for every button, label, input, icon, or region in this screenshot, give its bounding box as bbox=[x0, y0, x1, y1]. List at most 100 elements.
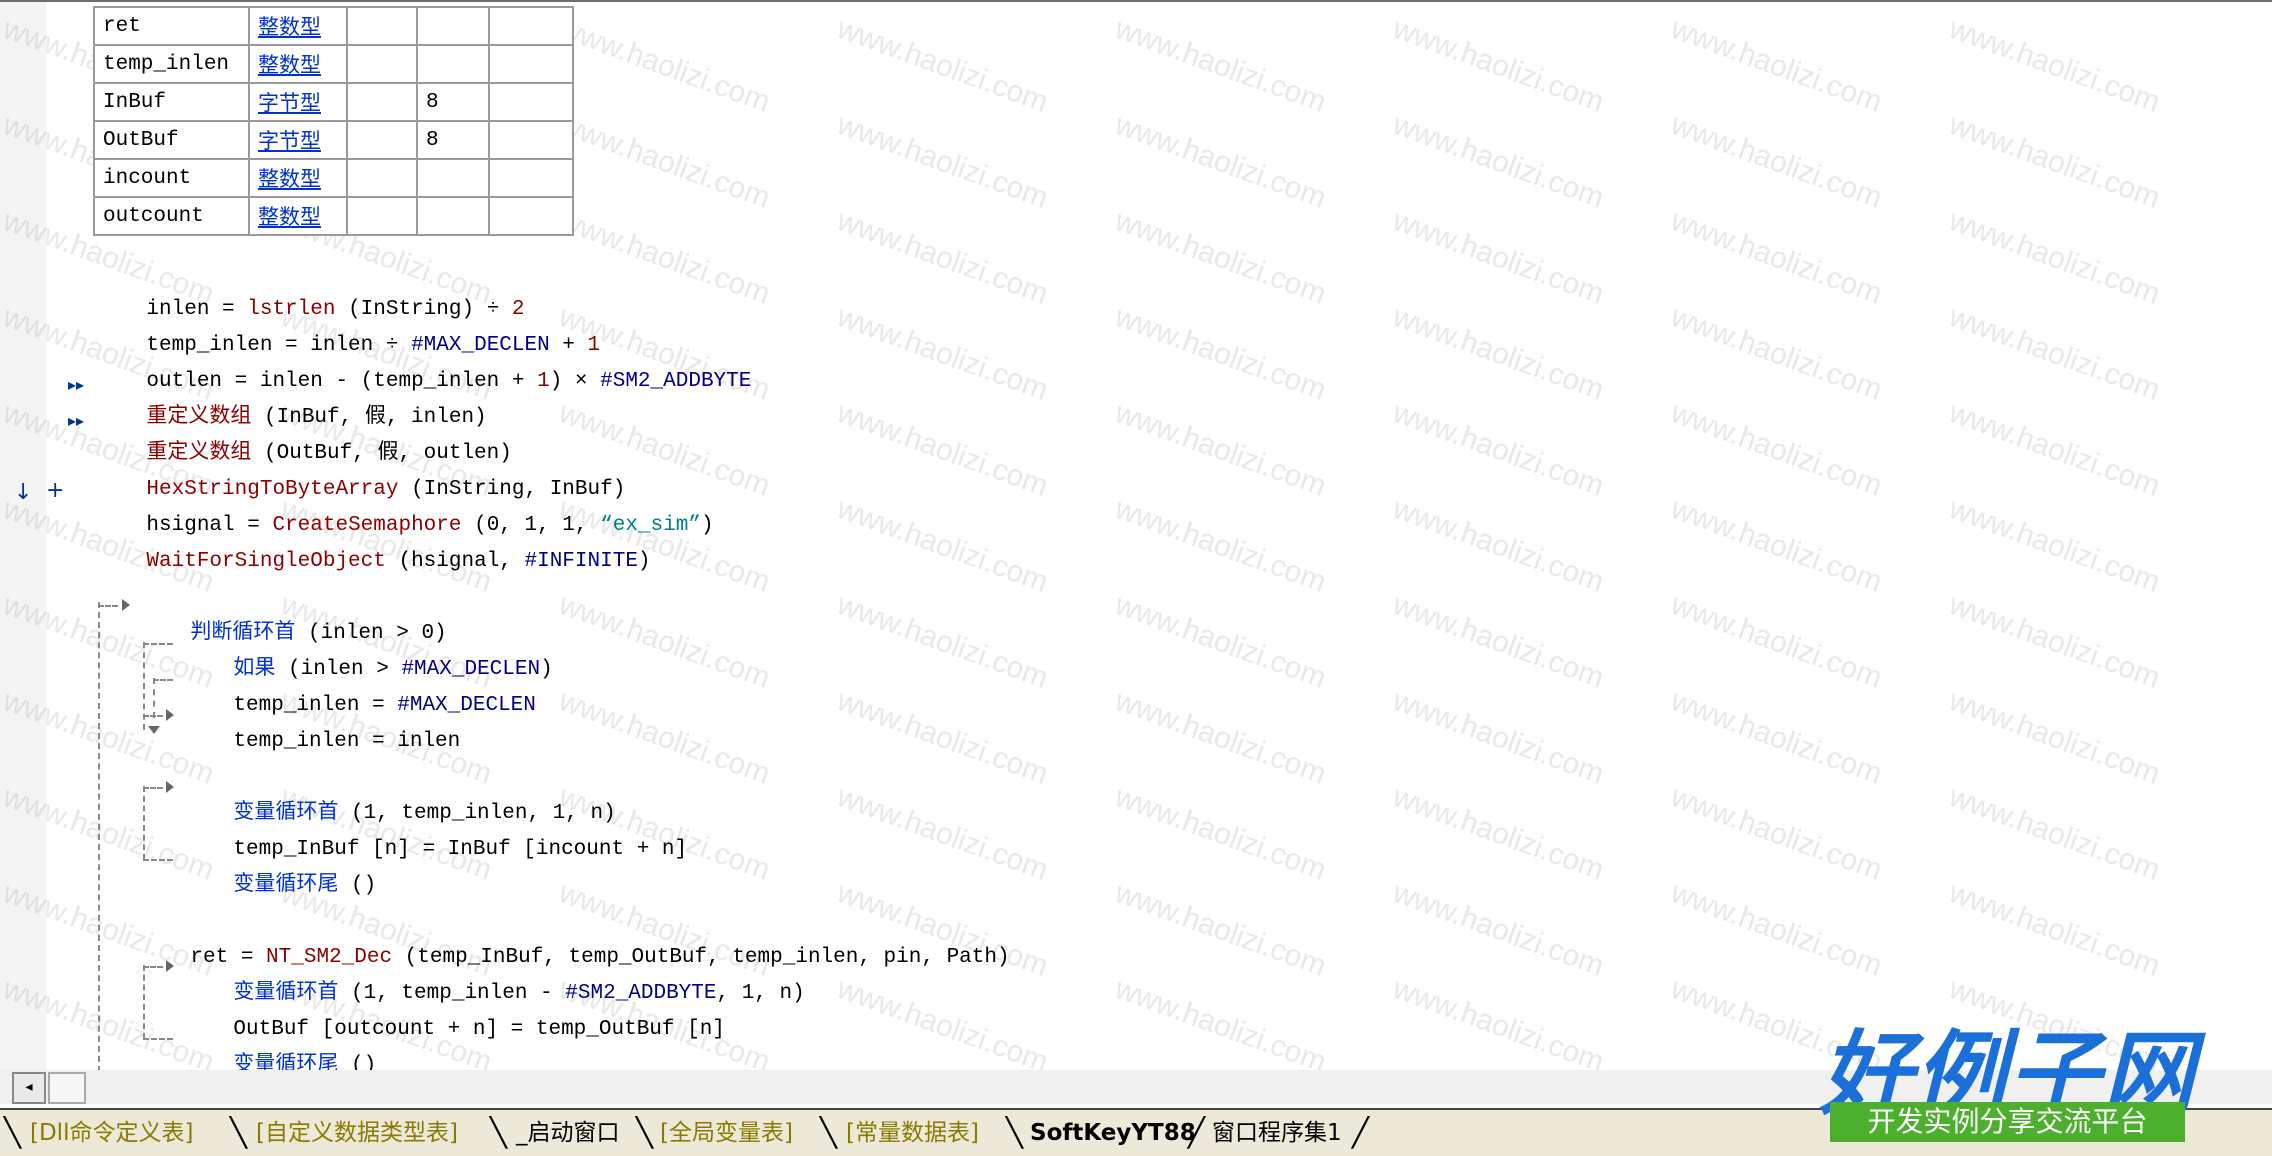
code-text: ) bbox=[540, 658, 553, 681]
tab-softkey-yt88[interactable]: SoftKeyYT88 bbox=[1030, 1114, 1196, 1152]
code-line[interactable]: 判断循环首 (inlen > 0) bbox=[140, 589, 446, 645]
variable-type-cell[interactable]: 整数型 bbox=[248, 44, 348, 84]
variable-array-cell[interactable]: 8 bbox=[416, 120, 490, 160]
variable-type-cell[interactable]: 字节型 bbox=[248, 120, 348, 160]
code-line[interactable]: ret = NT_SM2_Dec (temp_InBuf, temp_OutBu… bbox=[140, 913, 1009, 969]
variable-name-cell[interactable]: InBuf bbox=[93, 82, 250, 122]
variable-type-cell[interactable]: 整数型 bbox=[248, 6, 348, 46]
scroll-thumb[interactable] bbox=[48, 1072, 86, 1104]
code-line[interactable]: hsignal = CreateSemaphore (0, 1, 1, “ex_… bbox=[96, 481, 713, 537]
code-line[interactable]: 变量循环尾 () bbox=[183, 841, 376, 897]
variable-name-cell[interactable]: ret bbox=[93, 6, 250, 46]
code-line[interactable]: 变量循环尾 () bbox=[183, 1021, 376, 1077]
variable-remark-cell[interactable] bbox=[488, 158, 574, 198]
watermark-text: www.haolizi.com bbox=[1388, 204, 1609, 311]
watermark-text: www.haolizi.com bbox=[832, 684, 1053, 791]
variable-name-cell[interactable]: temp_inlen bbox=[93, 44, 250, 84]
variable-name-cell[interactable]: outcount bbox=[93, 196, 250, 236]
watermark-text: www.haolizi.com bbox=[1110, 876, 1331, 983]
code-line[interactable]: 重定义数组 (OutBuf, 假, outlen) bbox=[96, 409, 511, 465]
flow-line bbox=[143, 966, 163, 968]
variable-array-cell[interactable] bbox=[416, 196, 490, 236]
watermark-text: www.haolizi.com bbox=[1666, 12, 1887, 119]
code-line[interactable]: HexStringToByteArray (InString, InBuf) bbox=[96, 445, 625, 501]
watermark-text: www.haolizi.com bbox=[1388, 300, 1609, 407]
number-literal: 1 bbox=[537, 370, 550, 393]
tab-separator: ╱ bbox=[1352, 1116, 1369, 1149]
variable-static-cell[interactable] bbox=[346, 82, 418, 122]
code-line[interactable]: WaitForSingleObject (hsignal, #INFINITE) bbox=[96, 517, 650, 573]
watermark-text: www.haolizi.com bbox=[1110, 12, 1331, 119]
watermark-text: www.haolizi.com bbox=[1110, 108, 1331, 215]
tab-constants[interactable]: [常量数据表] bbox=[846, 1114, 979, 1152]
code-line[interactable]: temp_inlen = inlen bbox=[183, 697, 460, 753]
code-text: (hsignal, bbox=[385, 550, 525, 573]
flow-arrow-icon bbox=[166, 709, 174, 721]
variable-static-cell[interactable] bbox=[346, 6, 418, 46]
call-arrow-icon[interactable]: ▸▸ bbox=[68, 411, 84, 430]
variable-type-cell[interactable]: 整数型 bbox=[248, 158, 348, 198]
variable-array-cell[interactable] bbox=[416, 158, 490, 198]
tab-window-program-set[interactable]: 窗口程序集1 bbox=[1212, 1114, 1342, 1152]
watermark-text: www.haolizi.com bbox=[832, 204, 1053, 311]
watermark-text: www.haolizi.com bbox=[1666, 300, 1887, 407]
variable-remark-cell[interactable] bbox=[488, 120, 574, 160]
code-line[interactable]: 如果 (inlen > #MAX_DECLEN) bbox=[183, 625, 552, 681]
variable-remark-cell[interactable] bbox=[488, 82, 574, 122]
variable-remark-cell[interactable] bbox=[488, 196, 574, 236]
variable-array-cell[interactable] bbox=[416, 44, 490, 84]
variable-name-cell[interactable]: OutBuf bbox=[93, 120, 250, 160]
variable-static-cell[interactable] bbox=[346, 196, 418, 236]
code-line[interactable]: OutBuf [outcount + n] = temp_OutBuf [n] bbox=[183, 985, 724, 1041]
variable-static-cell[interactable] bbox=[346, 158, 418, 198]
code-line[interactable]: inlen = lstrlen (InString) ÷ 2 bbox=[96, 265, 524, 321]
watermark-text: www.haolizi.com bbox=[832, 300, 1053, 407]
watermark-text: www.haolizi.com bbox=[1110, 780, 1331, 887]
variable-static-cell[interactable] bbox=[346, 44, 418, 84]
code-line[interactable]: 变量循环首 (1, temp_inlen, 1, n) bbox=[183, 769, 615, 825]
tab-dll-commands[interactable]: [Dll命令定义表] bbox=[30, 1114, 193, 1152]
variable-row[interactable]: OutBuf 字节型 8 bbox=[93, 120, 574, 160]
tab-separator: ╲ bbox=[636, 1116, 653, 1149]
variable-name-cell[interactable]: incount bbox=[93, 158, 250, 198]
variable-static-cell[interactable] bbox=[346, 120, 418, 160]
variable-row[interactable]: temp_inlen 整数型 bbox=[93, 44, 574, 84]
variable-array-cell[interactable]: 8 bbox=[416, 82, 490, 122]
code-line[interactable]: 变量循环首 (1, temp_inlen - #SM2_ADDBYTE, 1, … bbox=[183, 949, 804, 1005]
code-line[interactable]: outlen = inlen - (temp_inlen + 1) × #SM2… bbox=[96, 337, 751, 393]
tab-startup-window[interactable]: _启动窗口 bbox=[516, 1114, 620, 1152]
watermark-text: www.haolizi.com bbox=[1944, 300, 2165, 407]
code-line[interactable]: temp_inlen = inlen ÷ #MAX_DECLEN + 1 bbox=[96, 301, 600, 357]
flow-arrow-icon bbox=[166, 960, 174, 972]
flow-line bbox=[98, 605, 118, 607]
watermark-text: www.haolizi.com bbox=[1388, 492, 1609, 599]
variable-array-cell[interactable] bbox=[416, 6, 490, 46]
watermark-text: www.haolizi.com bbox=[1666, 684, 1887, 791]
watermark-text: www.haolizi.com bbox=[1388, 396, 1609, 503]
call-arrow-icon[interactable]: ▸▸ bbox=[68, 375, 84, 394]
watermark-text: www.haolizi.com bbox=[1944, 780, 2165, 887]
watermark-text: www.haolizi.com bbox=[1110, 396, 1331, 503]
variable-row[interactable]: ret 整数型 bbox=[93, 6, 574, 46]
variable-remark-cell[interactable] bbox=[488, 44, 574, 84]
watermark-text: www.haolizi.com bbox=[1944, 204, 2165, 311]
flow-arrow-icon bbox=[166, 781, 174, 793]
variable-row[interactable]: outcount 整数型 bbox=[93, 196, 574, 236]
code-editor[interactable]: www.haolizi.com www.haolizi.com www.haoliz… bbox=[0, 0, 2272, 1078]
code-line[interactable]: 重定义数组 (InBuf, 假, inlen) bbox=[96, 373, 486, 429]
tab-global-variables[interactable]: [全局变量表] bbox=[660, 1114, 793, 1152]
scroll-left-button[interactable]: ◂ bbox=[12, 1072, 46, 1104]
flow-line bbox=[143, 1038, 173, 1040]
plus-icon[interactable]: + bbox=[46, 478, 64, 503]
variable-remark-cell[interactable] bbox=[488, 6, 574, 46]
down-arrow-icon[interactable]: ↓ bbox=[14, 480, 32, 505]
variable-type-cell[interactable]: 整数型 bbox=[248, 196, 348, 236]
variable-type-cell[interactable]: 字节型 bbox=[248, 82, 348, 122]
code-line[interactable]: temp_InBuf [n] = InBuf [incount + n] bbox=[183, 805, 687, 861]
watermark-text: www.haolizi.com bbox=[1666, 108, 1887, 215]
variable-row[interactable]: incount 整数型 bbox=[93, 158, 574, 198]
variable-row[interactable]: InBuf 字节型 8 bbox=[93, 82, 574, 122]
tab-custom-types[interactable]: [自定义数据类型表] bbox=[256, 1114, 458, 1152]
code-line[interactable]: temp_inlen = #MAX_DECLEN bbox=[183, 661, 535, 717]
watermark-text: www.haolizi.com bbox=[554, 12, 775, 119]
